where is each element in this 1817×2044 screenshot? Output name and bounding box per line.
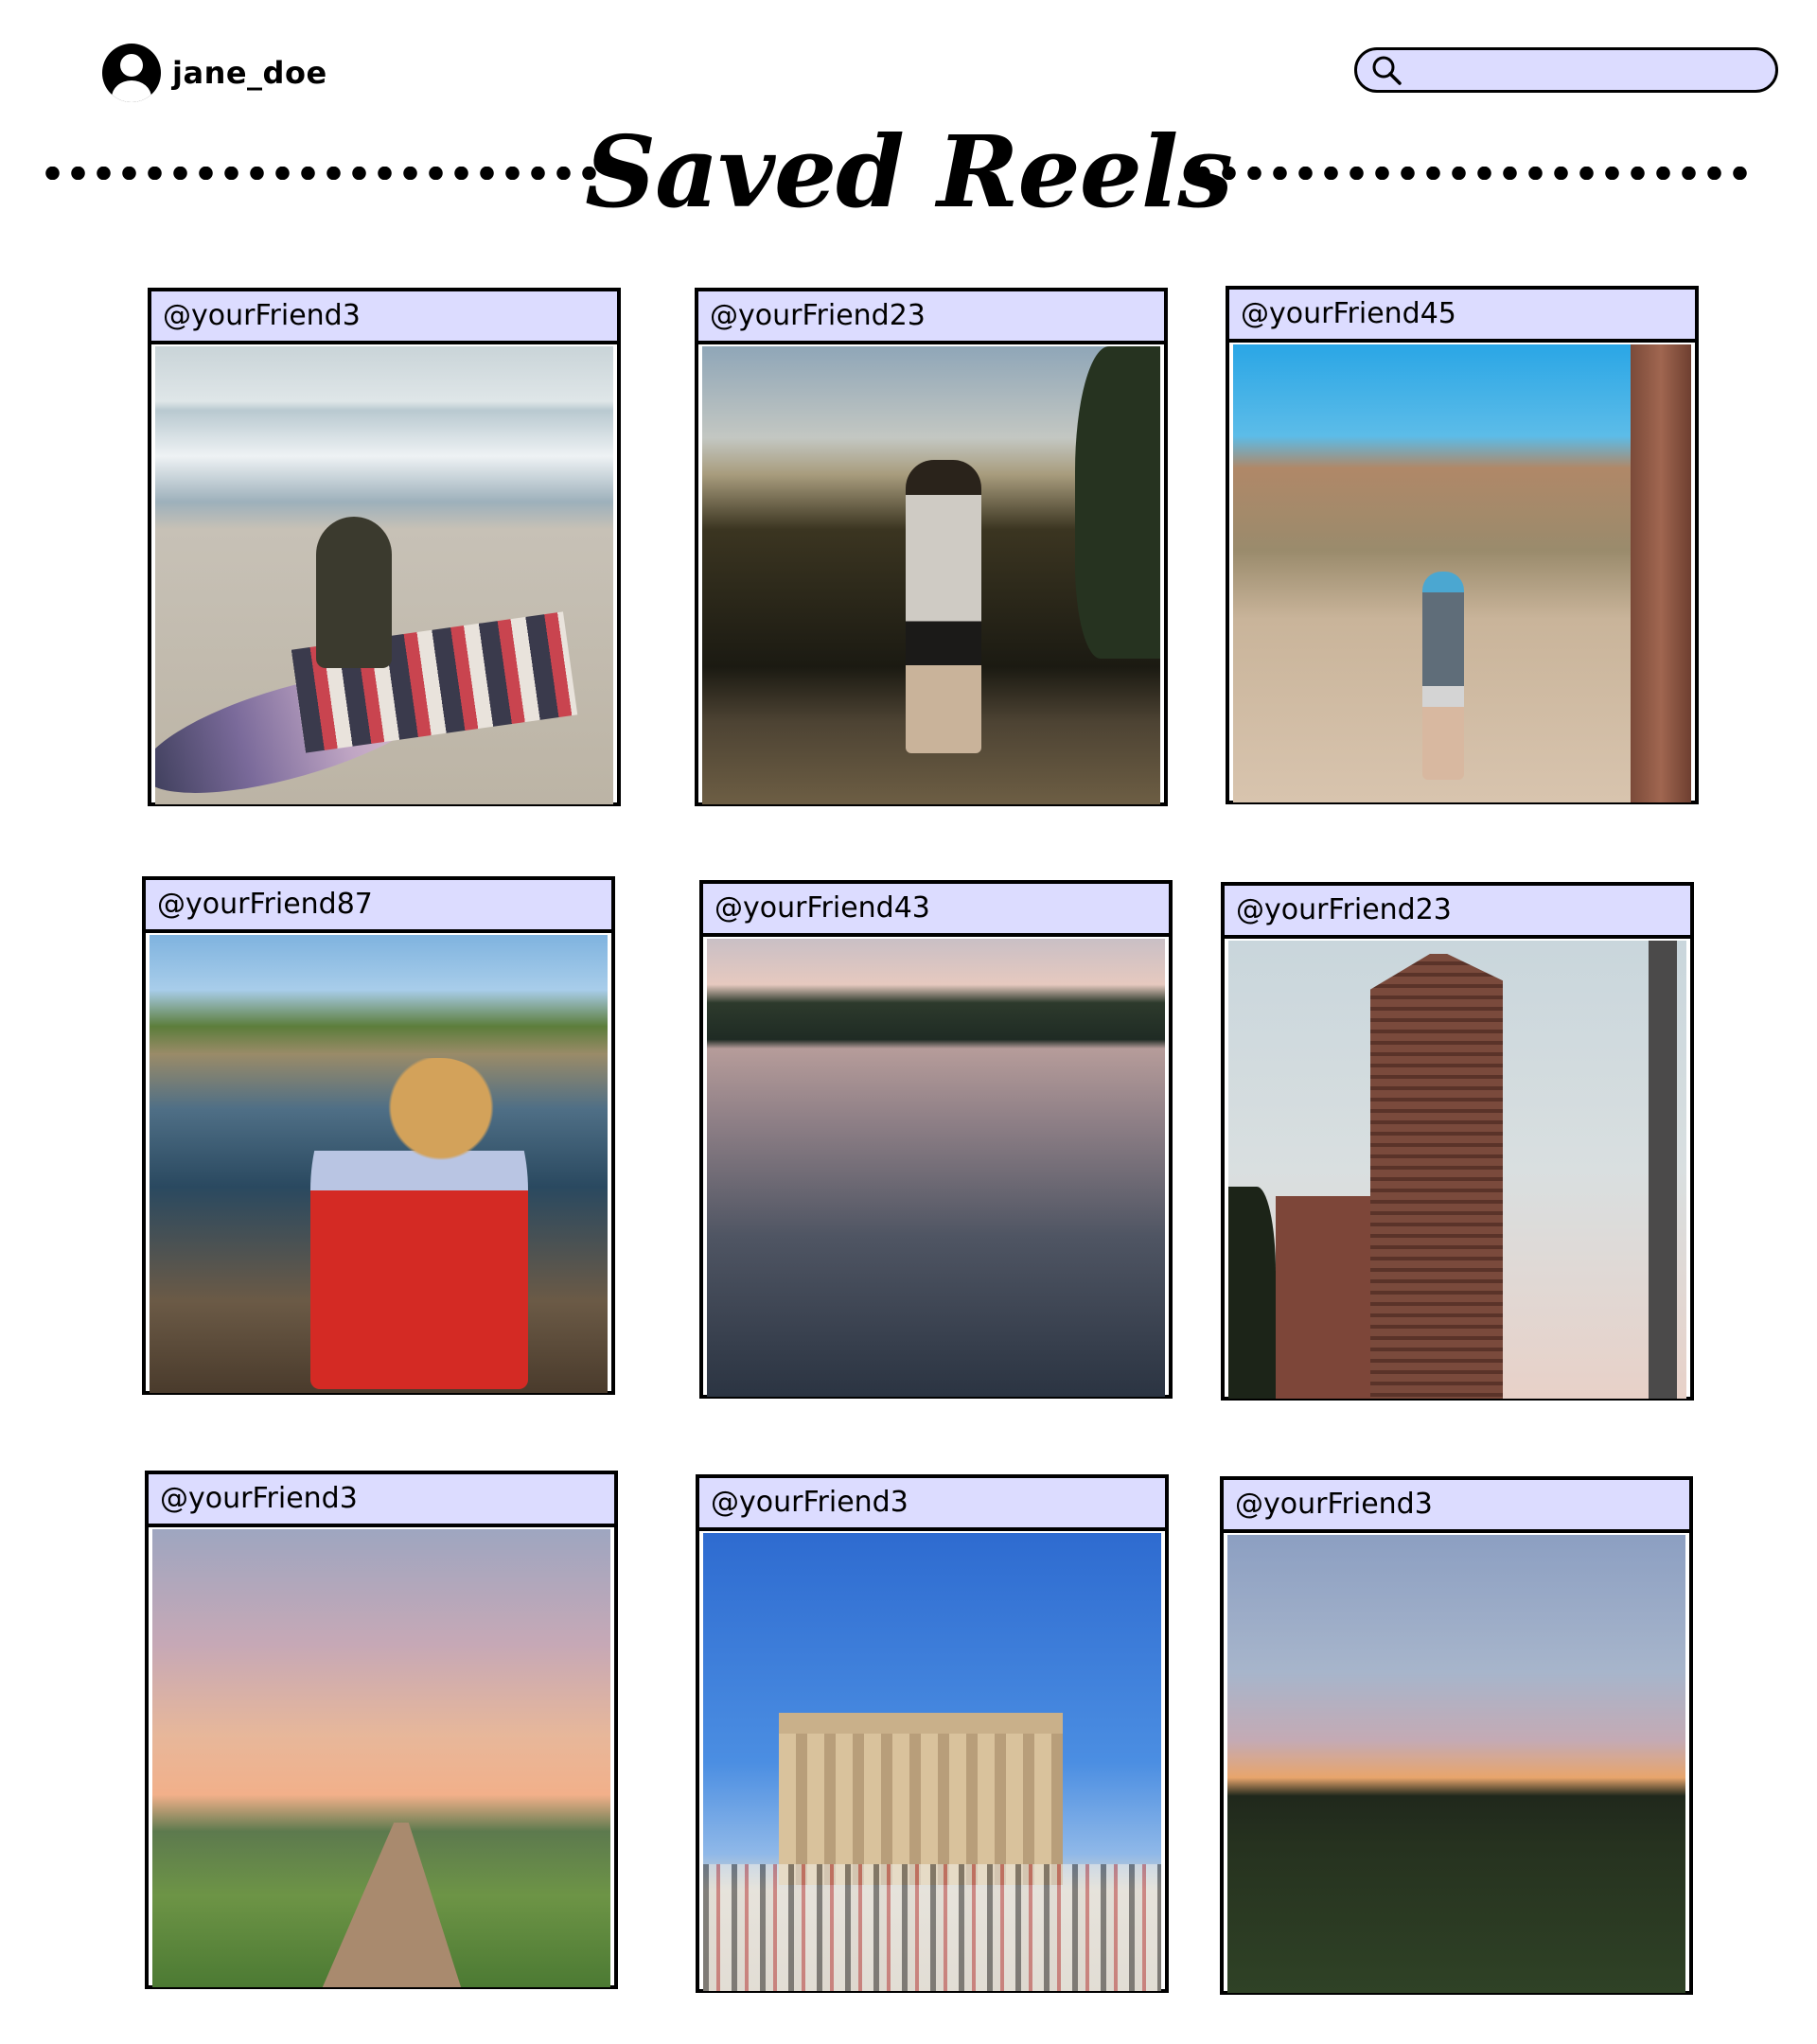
tree bbox=[1228, 1187, 1276, 1399]
reel-thumbnail[interactable] bbox=[1228, 941, 1686, 1399]
person bbox=[1422, 572, 1464, 780]
reel-username[interactable]: @yourFriend87 bbox=[146, 880, 611, 933]
reel-thumbnail[interactable] bbox=[1227, 1535, 1685, 1993]
reel-thumbnail[interactable] bbox=[152, 1529, 610, 1987]
reel-thumbnail[interactable] bbox=[1233, 344, 1691, 802]
dotted-divider-right bbox=[1191, 167, 1758, 180]
reel-username[interactable]: @yourFriend3 bbox=[149, 1474, 614, 1527]
reel-username[interactable]: @yourFriend23 bbox=[698, 291, 1164, 344]
reel-username[interactable]: @yourFriend45 bbox=[1229, 290, 1695, 343]
parthenon bbox=[779, 1713, 1063, 1885]
reel-card[interactable]: @yourFriend23 bbox=[1221, 882, 1694, 1401]
search-icon[interactable] bbox=[1370, 54, 1402, 86]
reel-card[interactable]: @yourFriend23 bbox=[695, 288, 1168, 806]
search-bar[interactable] bbox=[1354, 47, 1778, 93]
person bbox=[316, 517, 392, 668]
reel-card[interactable]: @yourFriend87 bbox=[142, 876, 615, 1395]
reel-card[interactable]: @yourFriend45 bbox=[1226, 286, 1699, 804]
crowd bbox=[703, 1864, 1161, 1991]
reel-username[interactable]: @yourFriend3 bbox=[699, 1478, 1165, 1531]
reel-username[interactable]: @yourFriend23 bbox=[1225, 886, 1690, 939]
pine-tree bbox=[1075, 346, 1160, 659]
flatiron-building bbox=[1370, 954, 1503, 1399]
reel-card[interactable]: @yourFriend3 bbox=[145, 1471, 618, 1989]
saved-reels-page: jane_doe Saved Reels @yourFriend3 @yourF… bbox=[0, 0, 1817, 2044]
person bbox=[906, 460, 981, 753]
reel-username[interactable]: @yourFriend3 bbox=[151, 291, 617, 344]
walking-path bbox=[320, 1823, 463, 1987]
user-profile[interactable]: jane_doe bbox=[102, 44, 327, 102]
reel-thumbnail[interactable] bbox=[703, 1533, 1161, 1991]
title-row: Saved Reels bbox=[0, 106, 1817, 238]
reel-card[interactable]: @yourFriend43 bbox=[699, 880, 1173, 1399]
reel-username[interactable]: @yourFriend3 bbox=[1224, 1480, 1689, 1533]
reel-thumbnail[interactable] bbox=[155, 346, 613, 804]
reel-username[interactable]: @yourFriend43 bbox=[703, 884, 1169, 937]
building bbox=[1276, 1196, 1370, 1399]
reel-thumbnail[interactable] bbox=[707, 939, 1165, 1397]
reel-card[interactable]: @yourFriend3 bbox=[1220, 1476, 1693, 1995]
rock-wall bbox=[1631, 344, 1691, 802]
reel-thumbnail[interactable] bbox=[702, 346, 1160, 804]
search-input[interactable] bbox=[1410, 49, 1775, 91]
reel-thumbnail[interactable] bbox=[150, 935, 608, 1393]
avatar-icon[interactable] bbox=[102, 44, 161, 102]
person bbox=[310, 1058, 528, 1389]
username[interactable]: jane_doe bbox=[172, 55, 327, 91]
building bbox=[1649, 941, 1677, 1399]
reel-card[interactable]: @yourFriend3 bbox=[696, 1474, 1169, 1993]
reel-card[interactable]: @yourFriend3 bbox=[148, 288, 621, 806]
